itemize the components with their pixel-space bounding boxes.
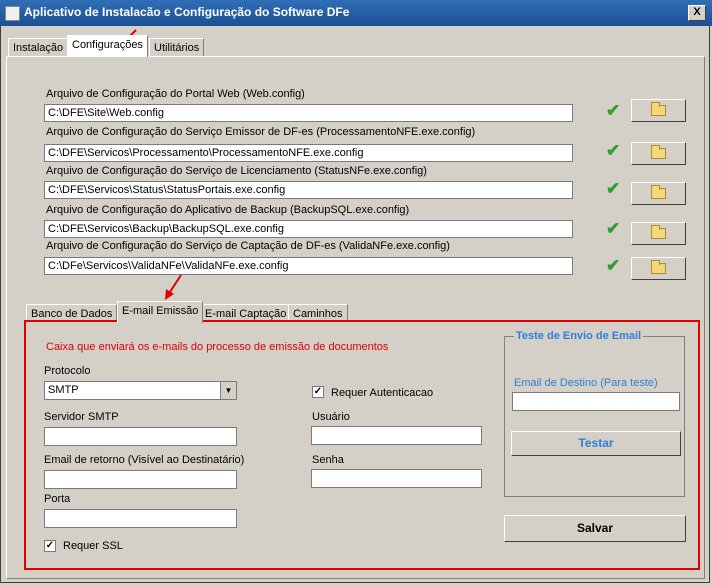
browse-folder-button[interactable] xyxy=(631,222,686,245)
reply-email-label: Email de retorno (Visível ao Destinatári… xyxy=(44,454,245,466)
config-path-backup[interactable]: C:\DFE\Servicos\Backup\BackupSQL.exe.con… xyxy=(44,220,573,238)
auth-checkbox[interactable]: ✓ xyxy=(312,386,324,398)
folder-icon xyxy=(651,145,666,159)
reply-email-input[interactable] xyxy=(44,470,237,489)
folder-icon xyxy=(651,102,666,116)
config-path-licenciamento[interactable]: C:\DFE\Servicos\Status\StatusPortais.exe… xyxy=(44,181,573,199)
browse-folder-button[interactable] xyxy=(631,142,686,165)
browse-folder-button[interactable] xyxy=(631,99,686,122)
close-button[interactable]: X xyxy=(688,5,706,21)
dest-email-input[interactable] xyxy=(512,392,680,411)
test-email-group xyxy=(504,336,685,497)
save-button[interactable]: Salvar xyxy=(504,515,686,542)
protocol-value: SMTP xyxy=(48,384,79,396)
config-path-captacao[interactable]: C:\DFe\Servicos\ValidaNFe\ValidaNFe.exe.… xyxy=(44,257,573,275)
folder-icon xyxy=(651,185,666,199)
browse-folder-button[interactable] xyxy=(631,182,686,205)
password-label: Senha xyxy=(312,454,344,466)
tab-instalacao[interactable]: Instalação xyxy=(8,38,69,57)
config-label-portal: Arquivo de Configuração do Portal Web (W… xyxy=(46,88,305,100)
tab-utilitarios[interactable]: Utilitários xyxy=(149,38,205,57)
app-icon xyxy=(5,6,20,21)
check-icon: ✔ xyxy=(606,101,621,120)
email-description: Caixa que enviará os e-mails do processo… xyxy=(46,341,389,353)
folder-icon xyxy=(651,225,666,239)
test-button[interactable]: Testar xyxy=(511,431,681,456)
dest-email-label: Email de Destino (Para teste) xyxy=(514,377,658,389)
port-label: Porta xyxy=(44,493,71,505)
test-email-group-title: Teste de Envio de Email xyxy=(514,330,644,342)
check-icon: ✔ xyxy=(606,141,621,160)
config-path-emissor[interactable]: C:\DFE\Servicos\Processamento\Processame… xyxy=(44,144,573,162)
user-label: Usuário xyxy=(312,411,350,423)
password-input[interactable] xyxy=(311,469,482,488)
smtp-input[interactable] xyxy=(44,427,237,446)
protocol-label: Protocolo xyxy=(44,365,91,377)
browse-folder-button[interactable] xyxy=(631,257,686,280)
chevron-down-icon[interactable]: ▼ xyxy=(220,382,236,399)
config-label-emissor: Arquivo de Configuração do Serviço Emiss… xyxy=(46,126,476,138)
config-label-licenciamento: Arquivo de Configuração do Serviço de Li… xyxy=(46,165,427,177)
tab-configuracoes[interactable]: Configurações xyxy=(67,35,148,57)
folder-icon xyxy=(651,260,666,274)
protocol-select[interactable]: SMTP ▼ xyxy=(44,381,237,400)
auth-label: Requer Autenticacao xyxy=(331,387,434,399)
title-bar[interactable]: Aplicativo de Instalacão e Configuração … xyxy=(0,0,712,26)
config-label-captacao: Arquivo de Configuração do Serviço de Ca… xyxy=(46,240,450,252)
check-icon: ✔ xyxy=(606,179,621,198)
tab-email-emissao[interactable]: E-mail Emissão xyxy=(117,301,204,323)
user-input[interactable] xyxy=(311,426,482,445)
ssl-checkbox[interactable]: ✓ xyxy=(44,540,56,552)
ssl-label: Requer SSL xyxy=(63,540,123,552)
config-path-portal[interactable]: C:\DFE\Site\Web.config xyxy=(44,104,573,122)
check-icon: ✔ xyxy=(606,219,621,238)
port-input[interactable] xyxy=(44,509,237,528)
window-title: Aplicativo de Instalacão e Configuração … xyxy=(24,5,350,19)
smtp-label: Servidor SMTP xyxy=(44,411,119,423)
check-icon: ✔ xyxy=(606,256,621,275)
config-label-backup: Arquivo de Configuração do Aplicativo de… xyxy=(46,204,410,216)
